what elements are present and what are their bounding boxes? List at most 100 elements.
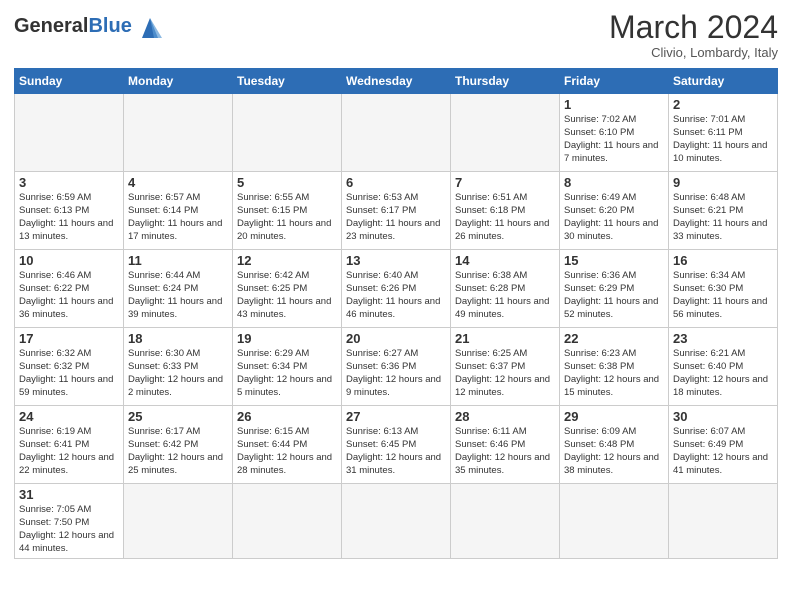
day-info: Sunrise: 6:59 AM Sunset: 6:13 PM Dayligh… xyxy=(19,192,119,243)
day-info: Sunrise: 6:15 AM Sunset: 6:44 PM Dayligh… xyxy=(237,426,337,477)
day-info: Sunrise: 6:49 AM Sunset: 6:20 PM Dayligh… xyxy=(564,192,664,243)
day-number: 9 xyxy=(673,175,773,190)
page: GeneralBlue March 2024 Clivio, Lombardy,… xyxy=(0,0,792,612)
day-number: 16 xyxy=(673,253,773,268)
day-number: 11 xyxy=(128,253,228,268)
day-number: 29 xyxy=(564,409,664,424)
day-info: Sunrise: 6:53 AM Sunset: 6:17 PM Dayligh… xyxy=(346,192,446,243)
day-number: 21 xyxy=(455,331,555,346)
table-row: 31 Sunrise: 7:05 AM Sunset: 7:50 PM Dayli… xyxy=(15,484,124,559)
weekday-friday: Friday xyxy=(560,69,669,94)
day-info: Sunrise: 6:40 AM Sunset: 6:26 PM Dayligh… xyxy=(346,270,446,321)
day-info: Sunrise: 6:36 AM Sunset: 6:29 PM Dayligh… xyxy=(564,270,664,321)
table-row: 4 Sunrise: 6:57 AM Sunset: 6:14 PM Daylig… xyxy=(124,172,233,250)
weekday-sunday: Sunday xyxy=(15,69,124,94)
table-row: 18 Sunrise: 6:30 AM Sunset: 6:33 PM Dayli… xyxy=(124,328,233,406)
logo-icon xyxy=(134,10,166,42)
calendar-table: Sunday Monday Tuesday Wednesday Thursday… xyxy=(14,68,778,559)
weekday-wednesday: Wednesday xyxy=(342,69,451,94)
table-row: 6Sunrise: 6:53 AM Sunset: 6:17 PM Daylig… xyxy=(342,172,451,250)
logo: GeneralBlue xyxy=(14,10,166,42)
table-row: 17 Sunrise: 6:32 AM Sunset: 6:32 PM Dayli… xyxy=(15,328,124,406)
title-block: March 2024 Clivio, Lombardy, Italy xyxy=(609,10,778,60)
day-number: 5 xyxy=(237,175,337,190)
weekday-monday: Monday xyxy=(124,69,233,94)
header: GeneralBlue March 2024 Clivio, Lombardy,… xyxy=(14,10,778,60)
day-number: 15 xyxy=(564,253,664,268)
table-row: 10 Sunrise: 6:46 AM Sunset: 6:22 PM Dayli… xyxy=(15,250,124,328)
day-number: 17 xyxy=(19,331,119,346)
table-row: 5Sunrise: 6:55 AM Sunset: 6:15 PM Daylig… xyxy=(233,172,342,250)
logo-general: General xyxy=(14,15,88,37)
table-row xyxy=(560,484,669,559)
table-row: 8 Sunrise: 6:49 AM Sunset: 6:20 PM Daylig… xyxy=(560,172,669,250)
day-info: Sunrise: 6:30 AM Sunset: 6:33 PM Dayligh… xyxy=(128,348,228,399)
table-row: 2 Sunrise: 7:01 AM Sunset: 6:11 PM Daylig… xyxy=(669,94,778,172)
table-row: 19 Sunrise: 6:29 AM Sunset: 6:34 PM Dayli… xyxy=(233,328,342,406)
day-info: Sunrise: 7:01 AM Sunset: 6:11 PM Dayligh… xyxy=(673,114,773,165)
day-number: 31 xyxy=(19,487,119,502)
day-info: Sunrise: 6:13 AM Sunset: 6:45 PM Dayligh… xyxy=(346,426,446,477)
day-info: Sunrise: 6:51 AM Sunset: 6:18 PM Dayligh… xyxy=(455,192,555,243)
day-info: Sunrise: 6:46 AM Sunset: 6:22 PM Dayligh… xyxy=(19,270,119,321)
day-info: Sunrise: 6:48 AM Sunset: 6:21 PM Dayligh… xyxy=(673,192,773,243)
logo-text: GeneralBlue xyxy=(14,16,132,36)
logo-blue: Blue xyxy=(88,15,131,37)
day-info: Sunrise: 6:23 AM Sunset: 6:38 PM Dayligh… xyxy=(564,348,664,399)
day-number: 30 xyxy=(673,409,773,424)
table-row xyxy=(15,94,124,172)
table-row: 14Sunrise: 6:38 AM Sunset: 6:28 PM Dayli… xyxy=(451,250,560,328)
day-info: Sunrise: 6:09 AM Sunset: 6:48 PM Dayligh… xyxy=(564,426,664,477)
day-number: 27 xyxy=(346,409,446,424)
weekday-saturday: Saturday xyxy=(669,69,778,94)
table-row: 24Sunrise: 6:19 AM Sunset: 6:41 PM Dayli… xyxy=(15,406,124,484)
table-row: 13 Sunrise: 6:40 AM Sunset: 6:26 PM Dayli… xyxy=(342,250,451,328)
table-row: 25Sunrise: 6:17 AM Sunset: 6:42 PM Dayli… xyxy=(124,406,233,484)
day-number: 24 xyxy=(19,409,119,424)
day-number: 19 xyxy=(237,331,337,346)
day-number: 2 xyxy=(673,97,773,112)
day-number: 10 xyxy=(19,253,119,268)
day-info: Sunrise: 7:02 AM Sunset: 6:10 PM Dayligh… xyxy=(564,114,664,165)
day-info: Sunrise: 6:29 AM Sunset: 6:34 PM Dayligh… xyxy=(237,348,337,399)
table-row: 26Sunrise: 6:15 AM Sunset: 6:44 PM Dayli… xyxy=(233,406,342,484)
day-info: Sunrise: 6:44 AM Sunset: 6:24 PM Dayligh… xyxy=(128,270,228,321)
table-row: 9 Sunrise: 6:48 AM Sunset: 6:21 PM Daylig… xyxy=(669,172,778,250)
table-row: 27 Sunrise: 6:13 AM Sunset: 6:45 PM Dayli… xyxy=(342,406,451,484)
weekday-header-row: Sunday Monday Tuesday Wednesday Thursday… xyxy=(15,69,778,94)
weekday-thursday: Thursday xyxy=(451,69,560,94)
table-row: 3 Sunrise: 6:59 AM Sunset: 6:13 PM Daylig… xyxy=(15,172,124,250)
day-info: Sunrise: 6:32 AM Sunset: 6:32 PM Dayligh… xyxy=(19,348,119,399)
day-number: 28 xyxy=(455,409,555,424)
table-row: 1 Sunrise: 7:02 AM Sunset: 6:10 PM Daylig… xyxy=(560,94,669,172)
day-number: 13 xyxy=(346,253,446,268)
day-info: Sunrise: 6:21 AM Sunset: 6:40 PM Dayligh… xyxy=(673,348,773,399)
day-info: Sunrise: 6:57 AM Sunset: 6:14 PM Dayligh… xyxy=(128,192,228,243)
table-row xyxy=(124,94,233,172)
table-row: 30 Sunrise: 6:07 AM Sunset: 6:49 PM Dayli… xyxy=(669,406,778,484)
table-row: 15 Sunrise: 6:36 AM Sunset: 6:29 PM Dayli… xyxy=(560,250,669,328)
table-row: 11 Sunrise: 6:44 AM Sunset: 6:24 PM Dayli… xyxy=(124,250,233,328)
table-row: 7Sunrise: 6:51 AM Sunset: 6:18 PM Daylig… xyxy=(451,172,560,250)
table-row xyxy=(233,484,342,559)
table-row: 28Sunrise: 6:11 AM Sunset: 6:46 PM Dayli… xyxy=(451,406,560,484)
table-row: 16 Sunrise: 6:34 AM Sunset: 6:30 PM Dayli… xyxy=(669,250,778,328)
day-number: 1 xyxy=(564,97,664,112)
table-row xyxy=(233,94,342,172)
day-info: Sunrise: 6:34 AM Sunset: 6:30 PM Dayligh… xyxy=(673,270,773,321)
day-info: Sunrise: 7:05 AM Sunset: 7:50 PM Dayligh… xyxy=(19,504,119,555)
day-number: 18 xyxy=(128,331,228,346)
day-number: 3 xyxy=(19,175,119,190)
table-row xyxy=(669,484,778,559)
day-number: 4 xyxy=(128,175,228,190)
table-row: 29 Sunrise: 6:09 AM Sunset: 6:48 PM Dayli… xyxy=(560,406,669,484)
day-info: Sunrise: 6:07 AM Sunset: 6:49 PM Dayligh… xyxy=(673,426,773,477)
weekday-tuesday: Tuesday xyxy=(233,69,342,94)
calendar-subtitle: Clivio, Lombardy, Italy xyxy=(609,45,778,60)
calendar-title: March 2024 xyxy=(609,10,778,45)
table-row: 22Sunrise: 6:23 AM Sunset: 6:38 PM Dayli… xyxy=(560,328,669,406)
table-row xyxy=(451,94,560,172)
day-number: 20 xyxy=(346,331,446,346)
day-number: 8 xyxy=(564,175,664,190)
table-row: 20Sunrise: 6:27 AM Sunset: 6:36 PM Dayli… xyxy=(342,328,451,406)
